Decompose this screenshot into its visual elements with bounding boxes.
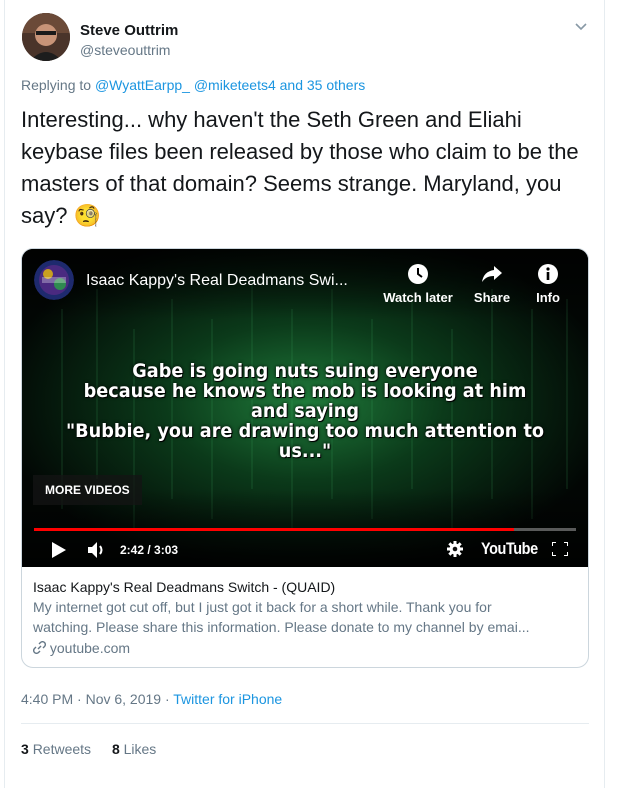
tweet-stats: 3 Retweets 8 Likes: [21, 741, 173, 757]
replying-to-label: Replying to: [21, 77, 92, 93]
retweets-stat[interactable]: 3 Retweets: [21, 741, 91, 757]
author-name[interactable]: Steve Outtrim: [80, 22, 178, 39]
likes-label: Likes: [123, 741, 157, 757]
video-title[interactable]: Isaac Kappy's Real Deadmans Swi...: [86, 272, 348, 290]
play-icon[interactable]: [52, 542, 66, 563]
watch-later-label: Watch later: [383, 290, 453, 305]
video-overlay-text: Gabe is going nuts suing everyone becaus…: [42, 361, 568, 461]
progress-bar-fill: [34, 528, 514, 531]
clock-icon: [408, 264, 428, 284]
watch-later-button[interactable]: Watch later: [380, 263, 456, 305]
progress-bar[interactable]: [34, 528, 576, 531]
info-label: Info: [536, 290, 560, 305]
share-arrow-icon: [482, 266, 502, 282]
overlay-line: and saying: [250, 400, 359, 422]
timestamp-text[interactable]: 4:40 PM · Nov 6, 2019 ·: [21, 691, 173, 707]
link-icon: [32, 640, 47, 655]
info-icon: [538, 264, 558, 284]
source-link[interactable]: Twitter for iPhone: [173, 691, 282, 707]
overlay-line: because he knows the mob is looking at h…: [83, 380, 527, 402]
timeline-border-right: [604, 0, 605, 788]
channel-logo[interactable]: [34, 260, 74, 300]
video-card[interactable]: Isaac Kappy's Real Deadmans Swi... Watch…: [21, 248, 589, 668]
fullscreen-icon[interactable]: [551, 541, 569, 561]
avatar[interactable]: [22, 13, 70, 61]
overlay-line: Gabe is going nuts suing everyone: [132, 360, 478, 382]
settings-gear-icon[interactable]: [447, 541, 463, 562]
tweet-timestamp: 4:40 PM · Nov 6, 2019 · Twitter for iPho…: [21, 691, 282, 707]
tweet-text: Interesting... why haven't the Seth Gree…: [21, 107, 585, 228]
card-description-line: My internet got cut off, but I just got …: [33, 599, 492, 615]
volume-icon[interactable]: [88, 541, 108, 564]
author-handle[interactable]: @steveouttrim: [80, 42, 170, 58]
video-time: 2:42 / 3:03: [120, 543, 179, 557]
likes-count: 8: [111, 741, 120, 757]
retweets-label: Retweets: [32, 741, 92, 757]
video-player[interactable]: Isaac Kappy's Real Deadmans Swi... Watch…: [22, 249, 588, 567]
divider: [21, 723, 589, 724]
chevron-down-icon[interactable]: [574, 20, 588, 34]
more-videos-button[interactable]: MORE VIDEOS: [33, 475, 142, 505]
likes-stat[interactable]: 8 Likes: [112, 741, 156, 757]
card-description-line: watching. Please share this information.…: [33, 619, 530, 635]
card-title[interactable]: Isaac Kappy's Real Deadmans Switch - (QU…: [33, 577, 578, 597]
card-domain-text[interactable]: youtube.com: [50, 640, 130, 656]
overlay-line: "Bubbie, you are drawing too much attent…: [65, 420, 545, 462]
youtube-logo[interactable]: YouTube: [481, 539, 538, 559]
info-button[interactable]: Info: [510, 263, 586, 305]
card-domain[interactable]: youtube.com: [32, 638, 578, 658]
replying-to: Replying to @WyattEarpp_ @miketeets4 and…: [21, 77, 365, 93]
reply-mentions-link[interactable]: @WyattEarpp_ @miketeets4 and 35 others: [95, 77, 365, 93]
retweets-count: 3: [21, 741, 29, 757]
card-info[interactable]: Isaac Kappy's Real Deadmans Switch - (QU…: [32, 577, 578, 658]
timeline-border-left: [4, 0, 5, 788]
share-label: Share: [473, 290, 511, 305]
